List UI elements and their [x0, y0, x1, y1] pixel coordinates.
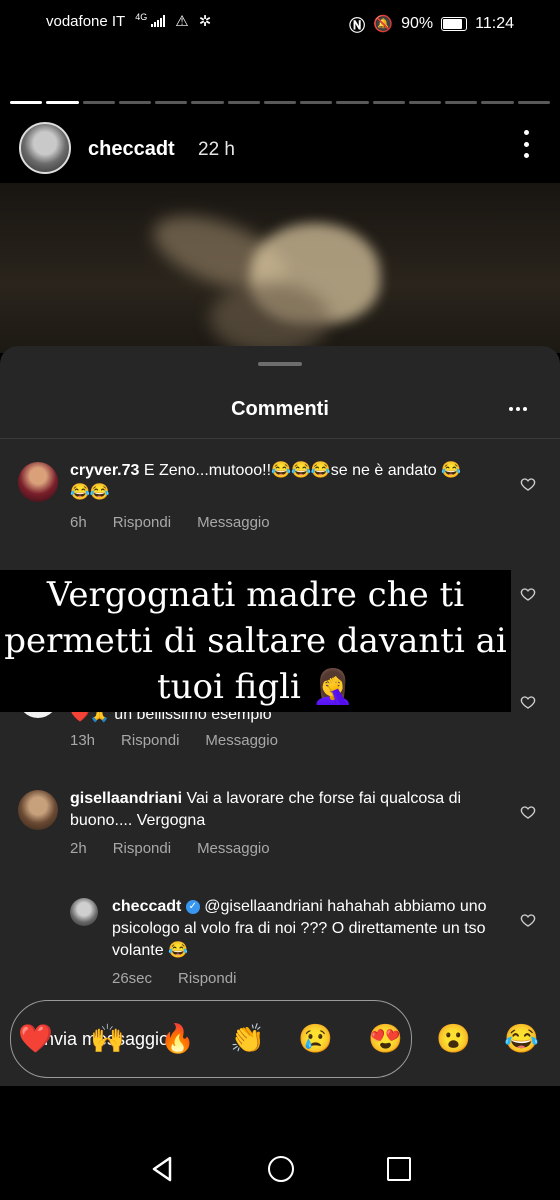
more-options-icon[interactable]: [509, 407, 527, 411]
comment-username[interactable]: gisellaandriani: [70, 790, 182, 807]
reaction-laughing-icon[interactable]: 😂: [504, 1022, 539, 1055]
reaction-crying-icon[interactable]: 😢: [298, 1022, 333, 1055]
comment-time: 2h: [70, 840, 87, 857]
more-options-icon[interactable]: [522, 130, 530, 158]
progress-segment: [445, 101, 478, 104]
comment-username[interactable]: cryver.73: [70, 462, 139, 479]
progress-segment: [118, 101, 152, 104]
heart-icon[interactable]: [520, 694, 536, 710]
battery-icon: [441, 17, 468, 31]
story-header: checcadt 22 h: [0, 118, 560, 178]
status-left: vodafone IT 4G ⚠ ✲: [46, 12, 211, 30]
message-button[interactable]: Messaggio: [197, 840, 270, 857]
avatar[interactable]: [19, 122, 71, 174]
heart-icon[interactable]: [520, 804, 536, 820]
caption-line: Vergognati madre che ti: [46, 575, 465, 615]
comment-body: checcadt ✓ @gisellaandriani hahahah abbi…: [112, 896, 492, 962]
progress-segment: [517, 101, 550, 104]
comment-time: 26sec: [112, 970, 153, 987]
reply-button[interactable]: Rispondi: [178, 970, 236, 987]
progress-segment: [300, 101, 333, 104]
progress-segment: [227, 101, 260, 104]
reaction-fire-icon[interactable]: 🔥: [160, 1022, 195, 1055]
comments-sheet: Commenti cryver.73 E Zeno...mutooo!!😂😂😂s…: [0, 346, 560, 1086]
progress-segment: [191, 101, 224, 104]
drag-handle[interactable]: [258, 362, 302, 366]
heart-icon[interactable]: [520, 586, 536, 602]
divider: [0, 438, 560, 439]
caption-line: permetti di saltare davanti ai: [4, 621, 507, 661]
reaction-clap-icon[interactable]: 👏: [230, 1022, 265, 1055]
home-icon[interactable]: [268, 1156, 294, 1182]
signal-icon: [151, 15, 166, 27]
story-media[interactable]: [0, 183, 560, 353]
progress-segment: [10, 101, 43, 104]
progress-segment: [263, 101, 297, 104]
reaction-heart-eyes-icon[interactable]: 😍: [368, 1022, 403, 1055]
comment-meta: 2h Rispondi Messaggio: [70, 840, 270, 857]
quick-reactions: ❤️ 🙌 🔥 👏 😢 😍 😮 😂: [18, 1018, 539, 1068]
progress-segment: [372, 101, 405, 104]
clock: 11:24: [475, 15, 514, 32]
carrier-label: vodafone IT: [46, 12, 126, 30]
avatar[interactable]: [18, 790, 58, 830]
network-type-label: 4G: [135, 12, 148, 22]
caption-overlay: Vergognati madre che ti permetti di salt…: [0, 570, 511, 712]
reaction-heart-icon[interactable]: ❤️: [18, 1022, 53, 1055]
message-button[interactable]: Messaggio: [205, 732, 278, 749]
story-username[interactable]: checcadt: [88, 138, 175, 161]
comment-body: cryver.73 E Zeno...mutooo!!😂😂😂se ne è an…: [70, 460, 470, 504]
verified-badge-icon: ✓: [185, 899, 200, 914]
story-progress-bar: [10, 101, 550, 104]
recent-apps-icon[interactable]: [387, 1157, 411, 1181]
reply-button[interactable]: Rispondi: [113, 514, 171, 531]
battery-percent: 90%: [401, 15, 434, 32]
progress-segment: [336, 101, 369, 104]
heart-icon[interactable]: [520, 912, 536, 928]
mute-icon: 🔕: [373, 16, 394, 33]
caption-line: tuoi figli 🤦‍♀️: [156, 667, 355, 707]
heart-icon[interactable]: [520, 476, 536, 492]
avatar[interactable]: [18, 462, 58, 502]
progress-segment: [408, 101, 442, 104]
progress-segment: [155, 101, 188, 104]
comment-meta: 26sec Rispondi: [112, 970, 236, 987]
reaction-surprised-icon[interactable]: 😮: [436, 1022, 471, 1055]
bluetooth-icon: ✲: [198, 13, 212, 30]
story-time: 22 h: [198, 139, 235, 160]
sheet-title: Commenti: [231, 398, 329, 420]
media-shape: [210, 283, 330, 353]
progress-segment: [481, 101, 514, 104]
status-bar: vodafone IT 4G ⚠ ✲ Ⓝ 🔕 90% 11:24: [0, 0, 560, 44]
comment-time: 13h: [70, 732, 96, 749]
progress-segment: [46, 101, 79, 104]
progress-segment: [82, 101, 115, 104]
reply-button[interactable]: Rispondi: [121, 732, 179, 749]
warning-icon: ⚠: [175, 13, 189, 30]
comment-time: 6h: [70, 514, 87, 531]
reply-button[interactable]: Rispondi: [113, 840, 171, 857]
system-nav-bar: [0, 1086, 560, 1200]
comment-meta: 13h Rispondi Messaggio: [70, 732, 278, 749]
comment-username[interactable]: checcadt: [112, 898, 181, 915]
back-icon[interactable]: [150, 1156, 174, 1182]
comment-body: gisellaandriani Vai a lavorare che forse…: [70, 788, 470, 832]
message-button[interactable]: Messaggio: [197, 514, 270, 531]
caption-text: Vergognati madre che ti permetti di salt…: [0, 570, 511, 710]
avatar[interactable]: [70, 898, 98, 926]
reaction-raised-hands-icon[interactable]: 🙌: [90, 1022, 125, 1055]
comment-meta: 6h Rispondi Messaggio: [70, 514, 270, 531]
status-right: Ⓝ 🔕 90% 11:24: [349, 12, 514, 36]
nfc-icon: Ⓝ: [349, 18, 366, 35]
